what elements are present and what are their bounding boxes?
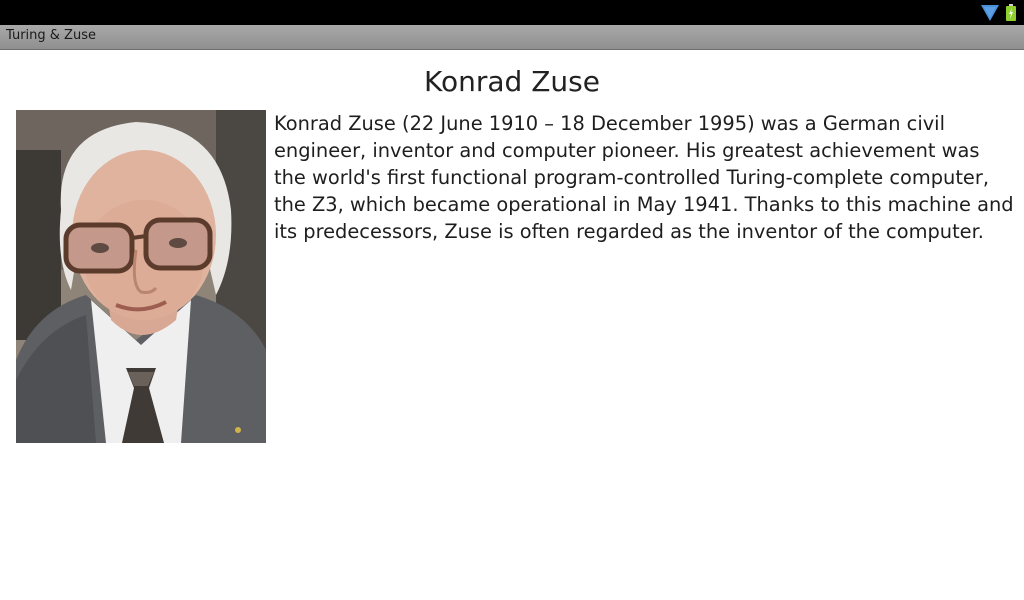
battery-icon bbox=[1006, 4, 1016, 21]
title-bar: Turing & Zuse bbox=[0, 25, 1024, 50]
wifi-icon bbox=[981, 5, 999, 21]
page-title: Konrad Zuse bbox=[424, 65, 600, 98]
portrait-image bbox=[16, 110, 266, 443]
status-bar bbox=[0, 0, 1024, 25]
app-title: Turing & Zuse bbox=[6, 28, 96, 43]
bio-paragraph: Konrad Zuse (22 June 1910 – 18 December … bbox=[274, 112, 1014, 243]
